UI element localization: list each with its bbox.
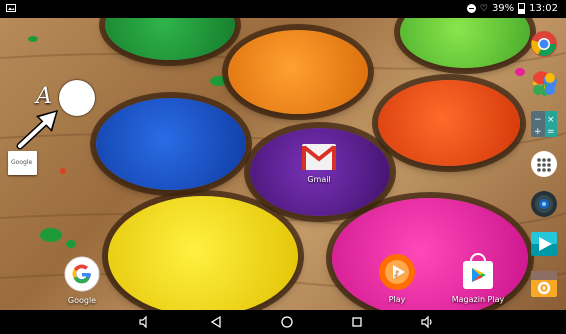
magazin-play-app[interactable]: Magazin Play (450, 253, 506, 304)
photos-icon[interactable] (530, 70, 558, 98)
play-store-icon (463, 253, 493, 289)
dnd-icon (466, 4, 476, 13)
app-drawer-icon[interactable] (530, 150, 558, 178)
google-search-label: Google (11, 159, 33, 166)
svg-text:=: = (547, 127, 555, 137)
chrome-icon[interactable] (530, 30, 558, 58)
svg-text:−: − (534, 115, 542, 125)
google-g-icon (64, 256, 100, 292)
clock: 13:02 (529, 3, 558, 14)
google-app[interactable]: Google (60, 256, 104, 305)
gmail-icon (302, 144, 336, 170)
notification-image-icon (6, 3, 16, 16)
home-screen: ♡ 39% 13:02 A Google Gmail Google ♪ Play… (0, 0, 566, 334)
speaker-icon[interactable] (530, 190, 558, 218)
google-search-widget[interactable]: Google (8, 151, 37, 175)
status-bar: ♡ 39% 13:02 (0, 0, 566, 18)
heart-icon: ♡ (479, 3, 488, 14)
svg-text:×: × (547, 115, 555, 125)
google-label: Google (67, 296, 97, 305)
annotation-arrow-icon (16, 110, 58, 150)
battery-icon (518, 3, 526, 14)
annotation-circle (59, 80, 95, 116)
play-movies-icon[interactable] (530, 230, 558, 258)
red-orange-powder-bowl (378, 80, 520, 166)
settings-icon[interactable] (530, 270, 558, 298)
svg-text:+: + (534, 127, 542, 137)
gmail-label: Gmail (307, 175, 331, 184)
blue-powder-bowl (96, 98, 246, 190)
play-music-app[interactable]: ♪ Play (375, 253, 419, 304)
gmail-app[interactable]: Gmail (295, 143, 343, 184)
annotation-letter: A (36, 84, 52, 109)
volume-up-icon[interactable] (420, 315, 434, 329)
svg-text:♪: ♪ (394, 269, 399, 278)
yellow-powder-bowl (108, 196, 298, 316)
back-nav-icon[interactable] (209, 315, 223, 329)
home-nav-icon[interactable] (280, 315, 294, 329)
recents-nav-icon[interactable] (350, 315, 364, 329)
calculator-icon[interactable]: − × + = (530, 110, 558, 138)
orange-powder-bowl (228, 30, 368, 114)
battery-percent: 39% (491, 3, 515, 14)
play-music-icon: ♪ (379, 254, 415, 290)
magazin-play-label: Magazin Play (451, 295, 505, 304)
play-label: Play (388, 295, 406, 304)
volume-down-icon[interactable] (138, 315, 152, 329)
navigation-bar (0, 310, 566, 334)
